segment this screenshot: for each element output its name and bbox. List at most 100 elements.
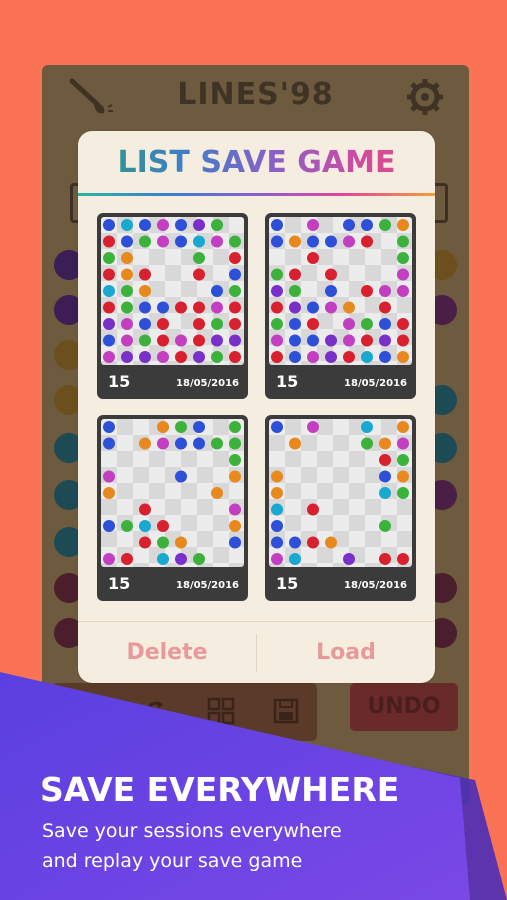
ball xyxy=(211,487,223,499)
ball xyxy=(229,503,241,516)
ball xyxy=(397,487,409,499)
ball xyxy=(361,351,373,363)
ball xyxy=(325,334,337,347)
ball xyxy=(139,219,151,231)
ball xyxy=(271,351,283,363)
ball xyxy=(157,219,169,231)
ball xyxy=(157,301,169,314)
ball xyxy=(193,219,205,231)
ball xyxy=(229,268,241,281)
ball xyxy=(157,235,169,248)
ball xyxy=(229,421,241,433)
ball xyxy=(397,285,409,297)
ball xyxy=(103,219,115,231)
ball xyxy=(193,252,205,264)
ball xyxy=(103,421,115,433)
ball xyxy=(103,470,115,483)
save-slot-2[interactable]: 15 18/05/2016 xyxy=(265,213,416,399)
ball xyxy=(289,318,301,330)
gear-icon[interactable] xyxy=(405,77,445,117)
ball xyxy=(175,219,187,231)
save-score: 15 xyxy=(108,574,131,593)
save-score: 15 xyxy=(108,372,131,391)
ball xyxy=(361,235,373,248)
ball xyxy=(121,268,133,281)
ball xyxy=(139,536,151,549)
ball xyxy=(289,235,301,248)
ball xyxy=(379,285,391,297)
ball xyxy=(103,235,115,248)
ball xyxy=(361,219,373,231)
ball xyxy=(103,520,115,532)
ball xyxy=(121,351,133,363)
save-slot-1[interactable]: 15 18/05/2016 xyxy=(97,213,248,399)
ball xyxy=(121,318,133,330)
ball xyxy=(229,520,241,532)
ball xyxy=(121,252,133,264)
ball xyxy=(229,470,241,483)
ball xyxy=(211,285,223,297)
ball xyxy=(121,334,133,347)
ball xyxy=(325,351,337,363)
ball xyxy=(193,235,205,248)
ball xyxy=(193,334,205,347)
ball xyxy=(121,553,133,565)
ball xyxy=(103,268,115,281)
game-header: LINES'98 xyxy=(42,65,469,125)
ball xyxy=(103,301,115,314)
ball xyxy=(307,536,319,549)
ball xyxy=(103,487,115,499)
board-thumbnail xyxy=(101,419,244,567)
ball xyxy=(157,520,169,532)
save-slot-3[interactable]: 15 18/05/2016 xyxy=(97,415,248,601)
ball xyxy=(289,351,301,363)
ball xyxy=(397,268,409,281)
ball xyxy=(175,437,187,450)
ball xyxy=(175,553,187,565)
ball xyxy=(271,334,283,347)
ball xyxy=(229,351,241,363)
board-thumbnail xyxy=(269,217,412,365)
ball xyxy=(121,235,133,248)
ball xyxy=(271,268,283,281)
ball xyxy=(307,334,319,347)
ball xyxy=(397,235,409,248)
ball xyxy=(343,301,355,314)
ball xyxy=(103,318,115,330)
save-score: 15 xyxy=(276,574,299,593)
ball xyxy=(271,318,283,330)
ball xyxy=(379,487,391,499)
ball xyxy=(307,252,319,264)
ball xyxy=(307,219,319,231)
ball xyxy=(271,536,283,549)
ball xyxy=(325,268,337,281)
ball xyxy=(103,351,115,363)
ball xyxy=(379,318,391,330)
ball xyxy=(289,268,301,281)
ball xyxy=(361,421,373,433)
ball xyxy=(343,351,355,363)
ball xyxy=(379,553,391,565)
ball xyxy=(379,470,391,483)
ball xyxy=(271,503,283,516)
ball xyxy=(121,301,133,314)
ball xyxy=(193,351,205,363)
ball xyxy=(379,454,391,466)
ball xyxy=(325,235,337,248)
save-score: 15 xyxy=(276,372,299,391)
ball xyxy=(211,318,223,330)
ball xyxy=(229,334,241,347)
ball xyxy=(397,553,409,565)
save-date: 18/05/2016 xyxy=(344,580,407,591)
ball xyxy=(271,235,283,248)
board-thumbnail xyxy=(269,419,412,567)
ball xyxy=(139,351,151,363)
ball xyxy=(397,334,409,347)
ball xyxy=(103,334,115,347)
ball xyxy=(397,351,409,363)
save-slot-4[interactable]: 15 18/05/2016 xyxy=(265,415,416,601)
ball xyxy=(271,301,283,314)
ball xyxy=(229,252,241,264)
ball xyxy=(289,301,301,314)
ball xyxy=(361,437,373,450)
